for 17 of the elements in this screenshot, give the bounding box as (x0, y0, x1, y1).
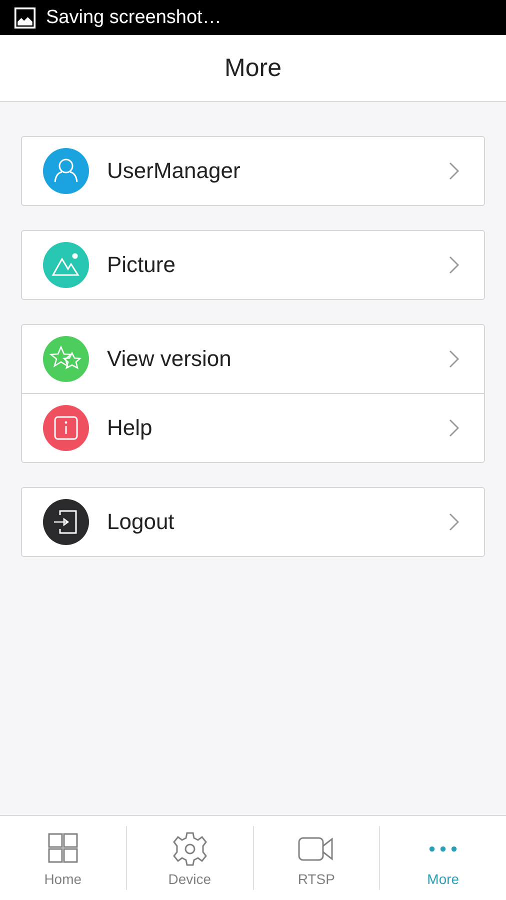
more-icon (429, 846, 458, 852)
chevron-icon (448, 512, 460, 532)
image-icon (14, 6, 36, 28)
chevron-icon (448, 349, 460, 369)
page-title: More (224, 54, 282, 82)
chevron-icon (448, 418, 460, 438)
menu-item[interactable]: Help (22, 393, 484, 462)
tab[interactable]: RTSP (252, 826, 380, 890)
menu-item[interactable]: Logout (22, 488, 484, 556)
menu-item[interactable]: Picture (22, 231, 484, 299)
chevron-icon (448, 255, 460, 275)
menu-item[interactable]: UserManager (22, 137, 484, 205)
tab[interactable]: Device (126, 826, 252, 890)
menu-item[interactable]: View version (22, 325, 484, 393)
tab[interactable]: Home (0, 826, 126, 890)
chevron-icon (448, 161, 460, 181)
notification-text: Saving screenshot… (46, 6, 222, 28)
